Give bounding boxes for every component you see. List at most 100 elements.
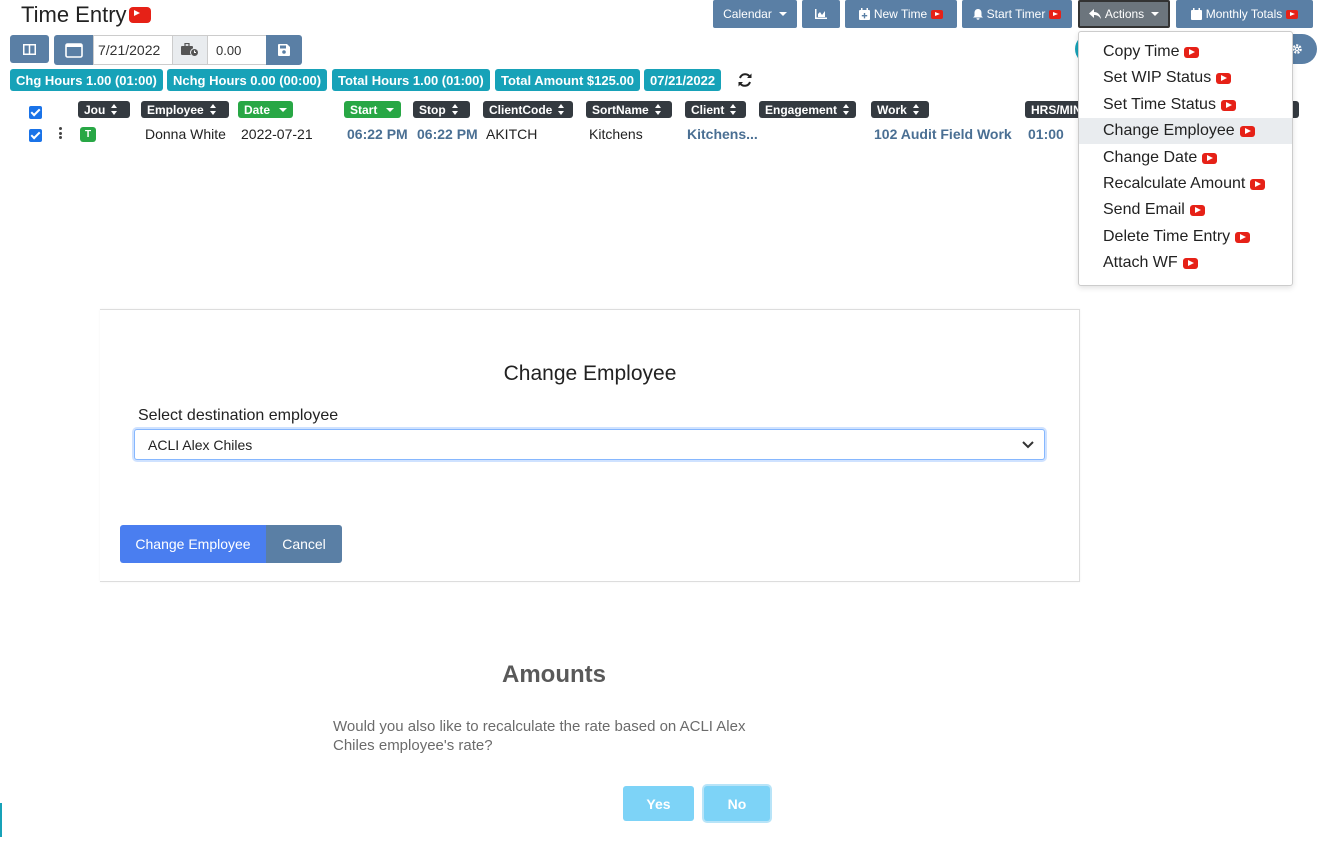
video-help-icon[interactable] xyxy=(1235,231,1251,243)
column-header-employee[interactable]: Employee xyxy=(141,101,229,118)
video-help-icon[interactable] xyxy=(1220,99,1236,111)
refresh-icon[interactable] xyxy=(737,72,753,93)
actions-label: Actions xyxy=(1104,7,1145,21)
column-label: Employee xyxy=(147,102,204,117)
column-header-client[interactable]: Client xyxy=(685,101,746,118)
employee-select[interactable]: ACLI Alex Chiles xyxy=(134,429,1045,460)
start-timer-label: Start Timer xyxy=(986,7,1046,21)
hours-type-button[interactable] xyxy=(172,35,208,65)
column-header-hrs-min[interactable]: HRS/MIN xyxy=(1025,101,1078,118)
column-header-engagement[interactable]: Engagement xyxy=(759,101,856,118)
video-help-icon[interactable] xyxy=(1184,46,1200,58)
video-help-icon[interactable] xyxy=(1286,9,1299,19)
journal-badge: T xyxy=(80,127,96,142)
menu-item-change-employee[interactable]: Change Employee xyxy=(1079,118,1292,144)
menu-item-label: Send Email xyxy=(1103,201,1185,218)
chevron-down-icon xyxy=(778,12,787,16)
column-header-sortname[interactable]: SortName xyxy=(586,101,672,118)
modal-title: Change Employee xyxy=(503,362,677,385)
column-label: SortName xyxy=(592,102,649,117)
calendar-button-label: Calendar xyxy=(723,7,772,21)
video-help-icon[interactable] xyxy=(1239,125,1255,137)
row-menu-icon[interactable] xyxy=(58,127,62,139)
video-help-icon[interactable] xyxy=(1202,152,1218,164)
sort-icon xyxy=(111,104,118,115)
calendar-icon xyxy=(65,43,83,58)
cell-start[interactable]: 06:22 PM xyxy=(347,126,408,142)
amounts-modal: Amounts Would you also like to recalcula… xyxy=(319,623,789,842)
toolbar: Calendar New Time Start Timer Actions Mo… xyxy=(0,0,1320,28)
row-checkbox[interactable] xyxy=(29,129,42,142)
menu-item-label: Attach WF xyxy=(1103,254,1178,271)
chevron-down-icon xyxy=(1022,440,1034,448)
yes-button[interactable]: Yes xyxy=(623,786,694,821)
video-help-icon[interactable] xyxy=(1189,204,1205,216)
date-input-value: 7/21/2022 xyxy=(98,42,161,58)
date-picker-button[interactable] xyxy=(54,35,94,65)
new-time-button[interactable]: New Time xyxy=(845,0,957,28)
sort-icon xyxy=(209,104,217,115)
hours-input[interactable]: 0.00 xyxy=(207,35,267,65)
calendar-button[interactable]: Calendar xyxy=(713,0,797,28)
column-header-start[interactable]: Start xyxy=(344,101,401,118)
video-help-icon[interactable] xyxy=(1049,9,1062,19)
video-help-icon[interactable] xyxy=(1250,178,1266,190)
column-label: Work xyxy=(877,102,907,117)
menu-item-change-date[interactable]: Change Date xyxy=(1079,145,1292,171)
briefcase-clock-icon xyxy=(181,43,199,57)
column-label: Start xyxy=(350,102,378,117)
sort-desc-icon xyxy=(386,107,395,112)
sort-icon xyxy=(912,104,920,115)
menu-item-set-time-status[interactable]: Set Time Status xyxy=(1079,92,1292,118)
cell-client-code: AKITCH xyxy=(486,126,538,142)
cell-sort-name: Kitchens xyxy=(589,126,643,142)
new-time-label: New Time xyxy=(873,7,928,21)
column-header-stop[interactable]: Stop xyxy=(413,101,470,118)
columns-icon xyxy=(23,43,36,55)
column-label: ClientCode xyxy=(489,102,553,117)
save-icon xyxy=(278,44,290,56)
cell-client[interactable]: Kitchens... xyxy=(687,126,758,142)
menu-item-delete-time-entry[interactable]: Delete Time Entry xyxy=(1079,224,1292,250)
cell-stop[interactable]: 06:22 PM xyxy=(417,126,478,142)
menu-item-label: Set WIP Status xyxy=(1103,69,1212,86)
chart-button[interactable] xyxy=(802,0,840,28)
change-employee-button[interactable]: Change Employee xyxy=(120,525,266,563)
date-input[interactable]: 7/21/2022 xyxy=(93,35,173,65)
video-help-icon[interactable] xyxy=(1216,72,1232,84)
nchg-hours-badge: Nchg Hours 0.00 (00:00) xyxy=(167,69,328,91)
menu-item-copy-time[interactable]: Copy Time xyxy=(1079,39,1292,65)
column-header-work[interactable]: Work xyxy=(871,101,929,118)
select-all-checkbox[interactable] xyxy=(29,106,42,119)
reply-icon xyxy=(1088,9,1101,19)
menu-item-label: Copy Time xyxy=(1103,43,1180,60)
save-button[interactable] xyxy=(266,35,302,65)
menu-item-send-email[interactable]: Send Email xyxy=(1079,197,1292,223)
column-header-date[interactable]: Date xyxy=(238,101,293,118)
no-button[interactable]: No xyxy=(704,786,770,821)
monthly-totals-button[interactable]: Monthly Totals xyxy=(1176,0,1313,28)
cancel-button[interactable]: Cancel xyxy=(266,525,342,563)
actions-button[interactable]: Actions xyxy=(1078,0,1170,28)
calendar-icon xyxy=(1190,8,1202,20)
total-hours-badge: Total Hours 1.00 (01:00) xyxy=(332,69,490,91)
column-header-clientcode[interactable]: ClientCode xyxy=(483,101,573,118)
video-help-icon[interactable] xyxy=(1182,257,1198,269)
sort-icon xyxy=(654,104,662,115)
menu-item-attach-wf[interactable]: Attach WF xyxy=(1079,250,1292,276)
column-header-jou[interactable]: Jou xyxy=(78,101,130,118)
total-amount-badge: Total Amount $125.00 xyxy=(495,69,640,91)
area-chart-icon xyxy=(815,9,827,19)
actions-dropdown-menu: Copy Time Set WIP Status Set Time Status… xyxy=(1078,31,1293,286)
cell-hrs-min[interactable]: 01:00 xyxy=(1028,126,1064,142)
video-help-icon[interactable] xyxy=(931,9,944,19)
columns-toggle-button[interactable] xyxy=(10,35,49,63)
column-label: Stop xyxy=(419,102,446,117)
sort-desc-icon xyxy=(279,107,288,112)
cell-work[interactable]: 102 Audit Field Work xyxy=(874,126,1012,142)
date-badge: 07/21/2022 xyxy=(644,69,722,91)
start-timer-button[interactable]: Start Timer xyxy=(962,0,1072,28)
cell-employee: Donna White xyxy=(145,126,226,142)
menu-item-set-wip-status[interactable]: Set WIP Status xyxy=(1079,65,1292,91)
menu-item-recalculate-amount[interactable]: Recalculate Amount xyxy=(1079,171,1292,197)
